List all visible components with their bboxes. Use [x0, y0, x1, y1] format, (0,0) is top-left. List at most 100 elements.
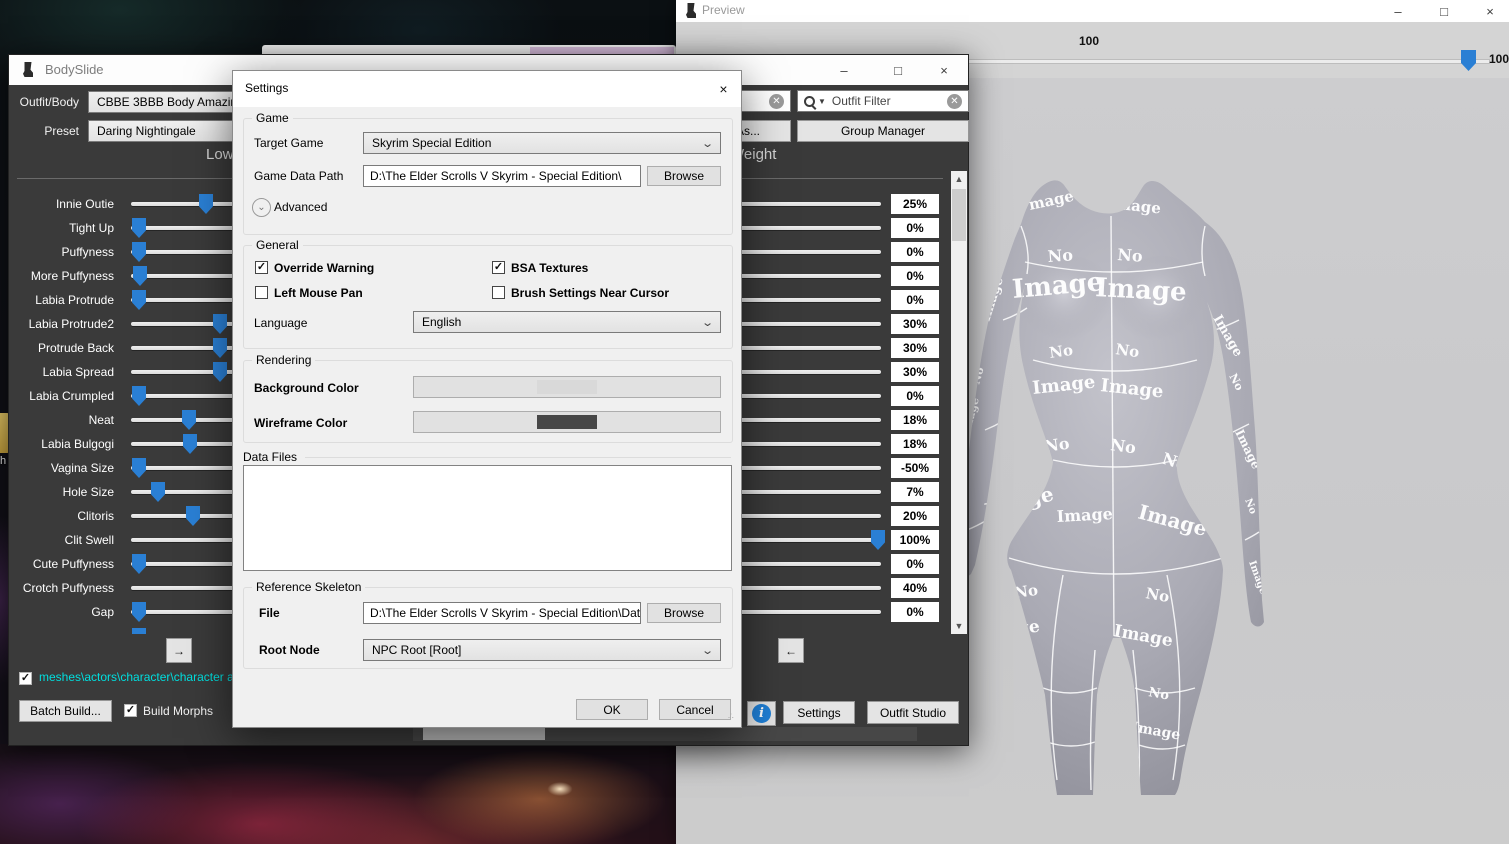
slider-value-box[interactable]: 0%: [891, 242, 939, 262]
svg-text:No: No: [1048, 341, 1074, 362]
slider-value-box[interactable]: 20%: [891, 506, 939, 526]
maximize-button[interactable]: □: [1421, 0, 1467, 22]
left-mouse-pan-checkbox[interactable]: [255, 286, 268, 299]
low-weight-slider-thumb[interactable]: [213, 338, 227, 358]
slider-value-box[interactable]: 40%: [891, 578, 939, 598]
game-data-path-input[interactable]: D:\The Elder Scrolls V Skyrim - Special …: [363, 165, 641, 187]
low-weight-slider-thumb[interactable]: [182, 410, 196, 430]
data-files-separator: [305, 457, 731, 458]
skeleton-file-input[interactable]: D:\The Elder Scrolls V Skyrim - Special …: [363, 602, 641, 624]
wireframe-color-button[interactable]: [413, 411, 721, 433]
cancel-button[interactable]: Cancel: [659, 699, 731, 720]
low-weight-slider-thumb[interactable]: [213, 314, 227, 334]
background-color-button[interactable]: [413, 376, 721, 398]
scroll-left-button[interactable]: ←: [778, 638, 804, 663]
bsa-textures-checkbox[interactable]: ✓: [492, 261, 505, 274]
game-data-path-value: D:\The Elder Scrolls V Skyrim - Special …: [370, 169, 621, 183]
background-color-label: Background Color: [254, 381, 359, 395]
resize-grip[interactable]: ∴: [728, 714, 738, 724]
minimize-button[interactable]: –: [1375, 0, 1421, 22]
slider-value-box[interactable]: 30%: [891, 338, 939, 358]
slider-value-box[interactable]: 0%: [891, 602, 939, 622]
low-weight-slider-thumb[interactable]: [151, 482, 165, 502]
slider-label: Labia Protrude: [9, 288, 114, 312]
slider-label: Crotch Puffyness: [9, 576, 114, 600]
low-weight-slider-thumb[interactable]: [133, 266, 147, 286]
advanced-expander[interactable]: ⌄: [252, 198, 271, 217]
body-model-no-image-texture: mageImageNoNoImageImageNoNoImageImageNoN…: [945, 170, 1285, 800]
low-weight-slider-thumb[interactable]: [132, 290, 146, 310]
outfit-studio-button[interactable]: Outfit Studio: [867, 701, 959, 724]
scrollbar-thumb[interactable]: [952, 189, 966, 241]
scroll-up-icon[interactable]: ▲: [951, 171, 967, 187]
slider-value-box[interactable]: 7%: [891, 482, 939, 502]
data-files-label: Data Files: [243, 450, 297, 464]
about-button[interactable]: i: [747, 701, 776, 726]
dialog-title: Settings: [245, 81, 288, 95]
settings-button[interactable]: Settings: [783, 701, 855, 724]
partial-slider-thumb[interactable]: [132, 628, 146, 634]
wireframe-color-swatch: [537, 415, 597, 429]
low-weight-slider-thumb[interactable]: [132, 218, 146, 238]
slider-value-box[interactable]: 30%: [891, 314, 939, 334]
slider-value-box[interactable]: 18%: [891, 434, 939, 454]
preview-titlebar[interactable]: Preview – □ ×: [676, 0, 1509, 22]
slider-value-box[interactable]: 0%: [891, 554, 939, 574]
data-files-list[interactable]: [243, 465, 732, 571]
slider-value-box[interactable]: 0%: [891, 386, 939, 406]
slider-value-box[interactable]: 30%: [891, 362, 939, 382]
close-button[interactable]: ×: [1467, 0, 1509, 22]
target-game-dropdown[interactable]: Skyrim Special Edition ⌄: [363, 132, 721, 154]
batch-build-button[interactable]: Batch Build...: [19, 700, 112, 722]
low-weight-slider-thumb[interactable]: [132, 458, 146, 478]
override-warning-checkbox[interactable]: ✓: [255, 261, 268, 274]
slider-label: Puffyness: [9, 240, 114, 264]
slider-value-box[interactable]: 0%: [891, 290, 939, 310]
scroll-right-button[interactable]: →: [166, 638, 192, 663]
settings-dialog: Settings × Game Target Game Skyrim Speci…: [232, 70, 742, 728]
mesh-output-checkbox[interactable]: ✓: [19, 672, 32, 685]
slider-value-box[interactable]: 18%: [891, 410, 939, 430]
low-weight-slider-thumb[interactable]: [132, 242, 146, 262]
low-weight-slider-thumb[interactable]: [132, 602, 146, 622]
brush-settings-checkbox[interactable]: [492, 286, 505, 299]
slider-label: Neat: [9, 408, 114, 432]
language-dropdown[interactable]: English ⌄: [413, 311, 721, 333]
browse-game-path-button[interactable]: Browse: [647, 166, 721, 186]
background-window-accent: [530, 47, 674, 54]
slider-label: Labia Bulgogi: [9, 432, 114, 456]
dialog-titlebar[interactable]: Settings ×: [233, 71, 741, 107]
low-weight-slider-thumb[interactable]: [132, 554, 146, 574]
chevron-down-icon: ⌄: [701, 137, 714, 150]
close-icon[interactable]: ×: [706, 71, 741, 107]
browse-skeleton-button[interactable]: Browse: [647, 603, 721, 623]
svg-text:Image: Image: [1095, 273, 1188, 308]
svg-text:No: No: [1114, 340, 1140, 361]
scroll-down-icon[interactable]: ▼: [951, 618, 967, 634]
reference-skeleton-legend: Reference Skeleton: [252, 580, 365, 594]
scrollbar-thumb[interactable]: [423, 728, 545, 740]
low-weight-slider-thumb[interactable]: [132, 386, 146, 406]
svg-text:No: No: [1013, 684, 1036, 702]
slider-value-box[interactable]: 25%: [891, 194, 939, 214]
build-morphs-checkbox[interactable]: ✓: [124, 704, 137, 717]
horizontal-scrollbar[interactable]: [413, 727, 917, 741]
svg-text:No: No: [1109, 435, 1137, 457]
slider-label: Labia Spread: [9, 360, 114, 384]
high-weight-slider-thumb[interactable]: [871, 530, 885, 550]
slider-value-box[interactable]: 100%: [891, 530, 939, 550]
weight-slider-thumb[interactable]: [1461, 50, 1476, 71]
slider-value-box[interactable]: -50%: [891, 458, 939, 478]
slider-label: Tight Up: [9, 216, 114, 240]
low-weight-slider-thumb[interactable]: [213, 362, 227, 382]
low-weight-slider-thumb[interactable]: [183, 434, 197, 454]
root-node-label: Root Node: [259, 643, 320, 657]
bsa-textures-label: BSA Textures: [511, 261, 588, 275]
slider-value-box[interactable]: 0%: [891, 218, 939, 238]
root-node-dropdown[interactable]: NPC Root [Root] ⌄: [363, 639, 721, 661]
ok-button[interactable]: OK: [576, 699, 648, 720]
low-weight-slider-thumb[interactable]: [186, 506, 200, 526]
slider-value-box[interactable]: 0%: [891, 266, 939, 286]
slider-list-scrollbar[interactable]: ▲ ▼: [951, 171, 967, 634]
low-weight-slider-thumb[interactable]: [199, 194, 213, 214]
